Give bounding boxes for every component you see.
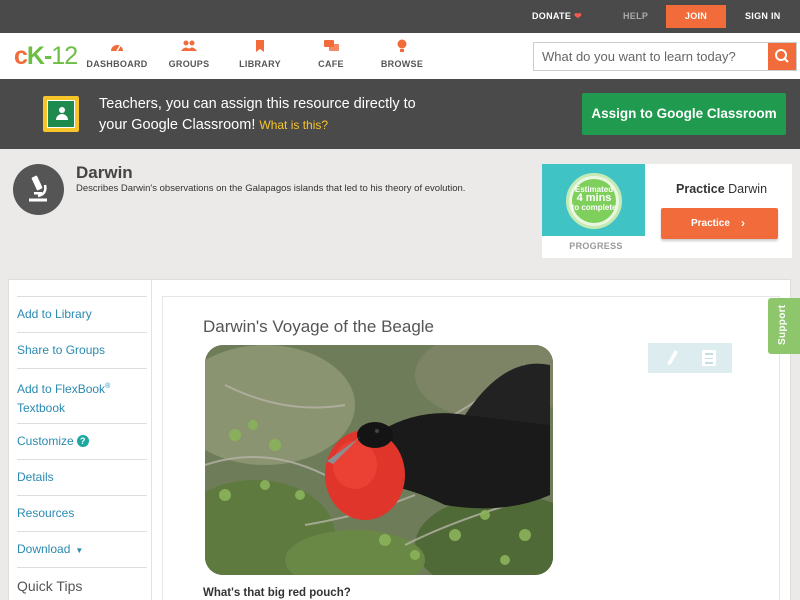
banner-line-1: Teachers, you can assign this resource d… <box>99 96 416 112</box>
cafe-icon <box>296 39 366 57</box>
help-link[interactable]: HELP <box>623 0 648 33</box>
to-complete-label: to complete <box>571 203 617 212</box>
practice-title-bold: Practice <box>676 182 725 196</box>
download-label: Download <box>17 542 71 556</box>
action-sidebar: Add to Library Share to Groups Add to Fl… <box>17 296 147 594</box>
estimated-time: Estimated 4 mins to complete <box>566 185 622 212</box>
section-title: Darwin's Voyage of the Beagle <box>203 317 435 336</box>
sign-in-link[interactable]: SIGN IN <box>745 0 781 33</box>
main-panel: Add to Library Share to Groups Add to Fl… <box>8 279 791 600</box>
annotation-tools <box>648 343 732 373</box>
pencil-icon[interactable] <box>666 349 680 367</box>
customize-link[interactable]: Customize? <box>17 423 147 459</box>
banner-text: Teachers, you can assign this resource d… <box>99 94 459 136</box>
add-to-flexbook-link[interactable]: Add to FlexBook® Textbook <box>17 368 147 423</box>
practice-title: Practice Darwin <box>676 182 767 196</box>
chevron-right-icon: › <box>741 216 745 230</box>
nav-cafe-label: CAFE <box>318 59 344 69</box>
notes-icon[interactable] <box>702 350 716 366</box>
progress-label: PROGRESS <box>569 241 623 251</box>
concept-description: Describes Darwin's observations on the G… <box>76 183 466 194</box>
logo-c: c <box>14 42 28 70</box>
flexbook-label-2: Textbook <box>17 401 66 415</box>
nav-library-label: LIBRARY <box>239 59 281 69</box>
nav-groups[interactable]: GROUPS <box>154 39 224 69</box>
nav-dashboard[interactable]: DASHBOARD <box>82 39 152 69</box>
nav-browse[interactable]: BROWSE <box>367 39 437 69</box>
customize-label: Customize <box>17 434 74 448</box>
google-classroom-icon <box>43 96 79 132</box>
google-classroom-banner: Teachers, you can assign this resource d… <box>0 79 800 149</box>
share-to-groups-link[interactable]: Share to Groups <box>17 332 147 368</box>
groups-icon <box>154 39 224 57</box>
flexbook-label-1: Add to FlexBook <box>17 382 106 396</box>
banner-line-2: your Google Classroom! <box>99 117 256 133</box>
resources-link[interactable]: Resources <box>17 495 147 531</box>
top-utility-bar: DONATE ❤ HELP JOIN SIGN IN <box>0 0 800 33</box>
heart-icon: ❤ <box>574 11 582 21</box>
what-is-this-link[interactable]: What is this? <box>259 118 328 132</box>
practice-button-label: Practice <box>691 218 730 229</box>
assign-google-classroom-button[interactable]: Assign to Google Classroom <box>582 93 786 135</box>
practice-title-topic: Darwin <box>728 182 768 196</box>
donate-link[interactable]: DONATE ❤ <box>532 0 582 33</box>
main-navbar: cK-12 DASHBOARD GROUPS LIBRARY CAFE BROW… <box>0 33 800 79</box>
microscope-icon <box>13 164 64 215</box>
sidebar-divider <box>151 280 152 600</box>
support-label: Support <box>777 304 788 345</box>
search-icon <box>775 49 789 63</box>
nav-groups-label: GROUPS <box>168 59 210 69</box>
support-tab[interactable]: Support <box>768 298 800 354</box>
browse-icon <box>367 39 437 57</box>
dashboard-icon <box>82 39 152 57</box>
nav-library[interactable]: LIBRARY <box>225 39 295 69</box>
details-link[interactable]: Details <box>17 459 147 495</box>
library-icon <box>225 39 295 57</box>
search-box <box>533 42 797 71</box>
question-caption: What's that big red pouch? <box>203 587 351 599</box>
help-question-icon[interactable]: ? <box>76 435 89 447</box>
nav-browse-label: BROWSE <box>380 59 424 69</box>
add-to-library-link[interactable]: Add to Library <box>17 296 147 332</box>
concept-title: Darwin <box>76 163 133 182</box>
frigatebird-photo <box>205 345 553 575</box>
nav-dashboard-label: DASHBOARD <box>86 59 148 69</box>
nav-cafe[interactable]: CAFE <box>296 39 366 69</box>
flexbook-registered-mark: ® <box>105 383 111 390</box>
caret-down-icon: ▼ <box>75 546 84 555</box>
download-link[interactable]: Download ▼ <box>17 531 147 567</box>
content-card: Darwin's Voyage of the Beagle What's tha… <box>162 296 780 600</box>
logo-k: K <box>26 42 45 70</box>
practice-button[interactable]: Practice › <box>661 208 778 239</box>
join-button[interactable]: JOIN <box>666 5 726 28</box>
progress-thumbnail[interactable]: Estimated 4 mins to complete <box>542 164 645 236</box>
search-input[interactable] <box>534 43 769 70</box>
donate-label: DONATE <box>532 11 572 21</box>
quick-tips-heading: Quick Tips <box>17 567 147 594</box>
logo-number: 12 <box>51 42 78 70</box>
practice-card: Estimated 4 mins to complete PROGRESS Pr… <box>542 164 792 258</box>
ck12-logo[interactable]: cK-12 <box>14 42 78 71</box>
search-button[interactable] <box>768 43 796 70</box>
